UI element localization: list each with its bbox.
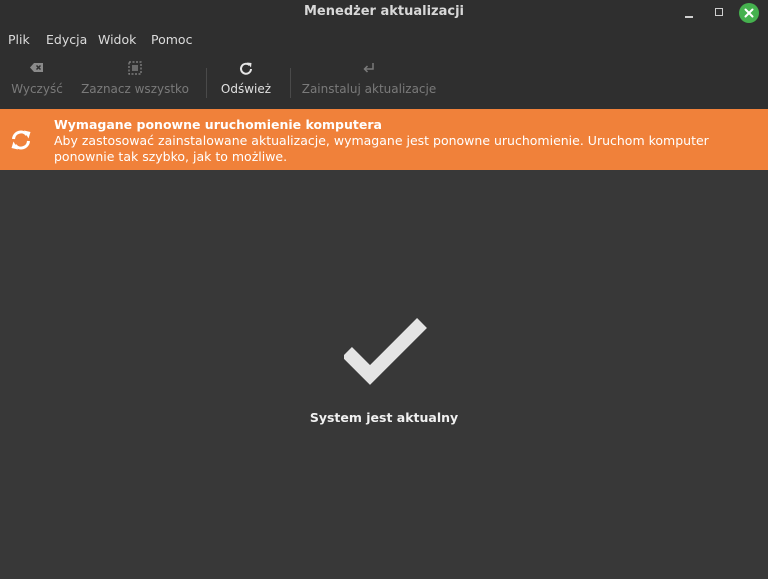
menu-edycja[interactable]: Edycja (46, 32, 87, 47)
restart-icon (11, 130, 31, 150)
checkmark-icon (344, 318, 427, 385)
menu-widok[interactable]: Widok (98, 32, 136, 47)
status-message: System jest aktualny (309, 410, 459, 425)
banner-message: Aby zastosować zainstalowane aktualizacj… (54, 133, 709, 164)
main-content: System jest aktualny (0, 170, 768, 579)
titlebar: Menedżer aktualizacji (0, 0, 768, 26)
close-icon (744, 8, 754, 18)
refresh-icon (240, 62, 252, 75)
toolbar-separator (290, 68, 291, 98)
select-all-button[interactable]: Zaznacz wszystko (80, 58, 190, 104)
refresh-button[interactable]: Odśwież (216, 58, 276, 104)
window-title: Menedżer aktualizacji (304, 4, 464, 19)
menu-pomoc[interactable]: Pomoc (151, 32, 192, 47)
install-updates-label: Zainstaluj aktualizacje (301, 82, 437, 96)
select-all-icon (128, 61, 142, 75)
banner-title: Wymagane ponowne uruchomienie komputera (54, 117, 382, 132)
clear-button[interactable]: Wyczyść (6, 58, 68, 104)
toolbar: Wyczyść Zaznacz wszystko Odśwież Zainsta… (0, 52, 768, 109)
menubar: Plik Edycja Widok Pomoc (0, 26, 768, 52)
toolbar-separator (206, 68, 207, 98)
select-all-label: Zaznacz wszystko (81, 82, 189, 96)
clear-backspace-icon (30, 63, 43, 72)
clear-label: Wyczyść (11, 82, 63, 96)
minimize-button[interactable] (680, 3, 700, 23)
maximize-button[interactable] (710, 3, 730, 23)
restart-required-banner: Wymagane ponowne uruchomienie komputera … (0, 109, 768, 170)
install-return-icon (363, 63, 374, 73)
refresh-label: Odśwież (220, 82, 272, 96)
install-updates-button[interactable]: Zainstaluj aktualizacje (300, 58, 438, 104)
update-manager-window: Menedżer aktualizacji Plik Edycja Widok … (0, 0, 768, 579)
menu-plik[interactable]: Plik (8, 32, 30, 47)
close-button[interactable] (739, 3, 759, 23)
